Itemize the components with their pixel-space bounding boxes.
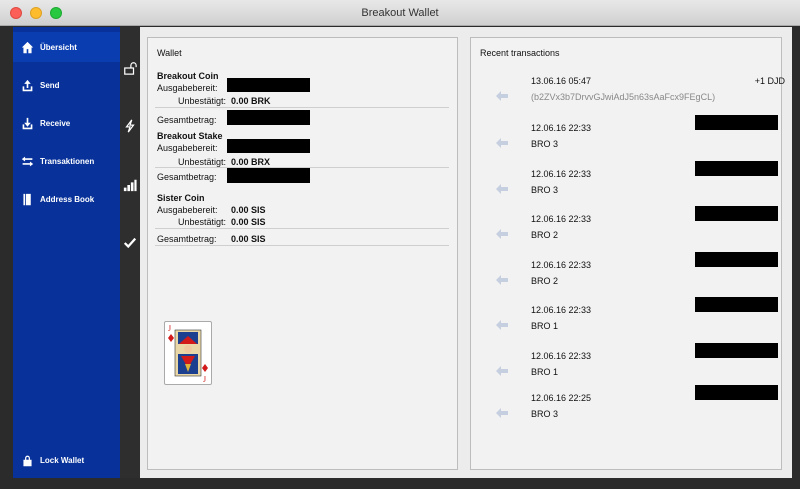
redacted-available-value <box>227 139 310 153</box>
available-value: 0.00 SIS <box>231 205 266 215</box>
sidebar-item-overview[interactable]: Übersicht <box>13 32 120 62</box>
section-title: Sister Coin <box>157 193 205 203</box>
redacted-total-value <box>227 168 310 183</box>
transaction-label: BRO 2 <box>531 276 559 286</box>
redacted-amount <box>695 115 778 130</box>
redacted-amount <box>695 206 778 221</box>
incoming-arrow-icon <box>496 91 508 101</box>
unconfirmed-label: Unbestätigt: <box>177 217 226 227</box>
available-label: Ausgabebereit: <box>157 205 218 215</box>
unconfirmed-label: Unbestätigt: <box>177 157 226 167</box>
wallet-panel-title: Wallet <box>157 48 182 58</box>
sidebar: Übersicht Send Receive Transaktionen Add… <box>13 27 120 478</box>
redacted-amount <box>695 161 778 176</box>
divider <box>155 228 449 229</box>
divider <box>155 107 449 108</box>
total-value: 0.00 SIS <box>231 234 266 244</box>
home-icon <box>21 41 34 53</box>
redacted-available-value <box>227 78 310 92</box>
sidebar-item-receive[interactable]: Receive <box>13 108 120 138</box>
incoming-arrow-icon <box>496 275 508 285</box>
window-title: Breakout Wallet <box>361 7 439 19</box>
divider <box>155 245 449 246</box>
total-label: Gesamtbetrag: <box>157 172 217 182</box>
transaction-label: BRO 3 <box>531 139 559 149</box>
unconfirmed-label: Unbestätigt: <box>177 96 226 106</box>
redacted-amount <box>695 297 778 312</box>
transactions-icon <box>21 156 34 166</box>
main-content: Wallet Breakout Coin Ausgabebereit: Unbe… <box>140 27 792 478</box>
incoming-arrow-icon <box>496 229 508 239</box>
incoming-arrow-icon <box>496 366 508 376</box>
status-icon-bar <box>120 27 140 478</box>
sidebar-item-label: Übersicht <box>40 42 77 52</box>
svg-text:J: J <box>203 375 206 384</box>
receive-icon <box>22 117 33 129</box>
svg-text:J: J <box>168 324 171 333</box>
sidebar-item-label: Send <box>40 80 60 90</box>
transaction-date: 12.06.16 22:33 <box>531 260 592 270</box>
incoming-arrow-icon <box>496 138 508 148</box>
transaction-label: BRO 2 <box>531 230 559 240</box>
redacted-amount <box>695 385 778 400</box>
transaction-label: BRO 3 <box>531 409 559 419</box>
unconfirmed-value: 0.00 BRK <box>231 96 271 106</box>
checkmark-icon <box>123 236 137 250</box>
transaction-date: 12.06.16 22:33 <box>531 305 592 315</box>
unconfirmed-value: 0.00 SIS <box>231 217 266 227</box>
redacted-amount <box>695 343 778 358</box>
transaction-address: (b2ZVx3b7DrvvGJwiAdJ5n63sAaFcx9FEgCL) <box>531 92 716 102</box>
sidebar-item-transactions[interactable]: Transaktionen <box>13 146 120 176</box>
app-window: Breakout Wallet Übersicht Send Receive T… <box>0 0 800 489</box>
lock-wallet-button[interactable]: Lock Wallet <box>13 445 120 475</box>
sidebar-item-address-book[interactable]: Address Book <box>13 184 120 214</box>
redacted-total-value <box>227 110 310 125</box>
transaction-label: BRO 1 <box>531 321 559 331</box>
transaction-label: BRO 1 <box>531 367 559 377</box>
total-label: Gesamtbetrag: <box>157 234 217 244</box>
available-label: Ausgabebereit: <box>157 143 218 153</box>
recent-transactions-title: Recent transactions <box>480 48 560 58</box>
wallet-panel: Wallet Breakout Coin Ausgabebereit: Unbe… <box>147 37 458 470</box>
total-label: Gesamtbetrag: <box>157 115 217 125</box>
redacted-amount <box>695 252 778 267</box>
transaction-date: 12.06.16 22:33 <box>531 214 592 224</box>
stake-bolt-icon <box>123 119 137 133</box>
transaction-date: 12.06.16 22:33 <box>531 123 592 133</box>
sidebar-item-label: Transaktionen <box>40 156 95 166</box>
jack-of-diamonds-card-image: J J <box>164 321 212 385</box>
transaction-date: 13.06.16 05:47 <box>531 76 592 86</box>
lock-icon <box>23 455 32 466</box>
signal-bars-icon <box>123 178 137 192</box>
lock-wallet-label: Lock Wallet <box>40 455 85 465</box>
unconfirmed-value: 0.00 BRX <box>231 157 271 167</box>
available-label: Ausgabebereit: <box>157 83 218 93</box>
title-bar: Breakout Wallet <box>0 0 800 26</box>
section-title: Breakout Coin <box>157 71 219 81</box>
incoming-arrow-icon <box>496 408 508 418</box>
recent-transactions-panel: Recent transactions 13.06.16 05:47 (b2ZV… <box>470 37 785 470</box>
sidebar-item-label: Address Book <box>40 194 95 204</box>
transaction-date: 12.06.16 22:25 <box>531 393 592 403</box>
unlock-icon <box>123 61 137 75</box>
sidebar-item-label: Receive <box>40 118 71 128</box>
transaction-date: 12.06.16 22:33 <box>531 351 592 361</box>
send-icon <box>22 79 33 91</box>
book-icon <box>23 193 31 205</box>
incoming-arrow-icon <box>496 320 508 330</box>
incoming-arrow-icon <box>496 184 508 194</box>
transaction-amount: +1 DJD <box>754 76 785 86</box>
section-title: Breakout Stake <box>157 131 223 141</box>
sidebar-item-send[interactable]: Send <box>13 70 120 100</box>
transaction-date: 12.06.16 22:33 <box>531 169 592 179</box>
transaction-label: BRO 3 <box>531 185 559 195</box>
